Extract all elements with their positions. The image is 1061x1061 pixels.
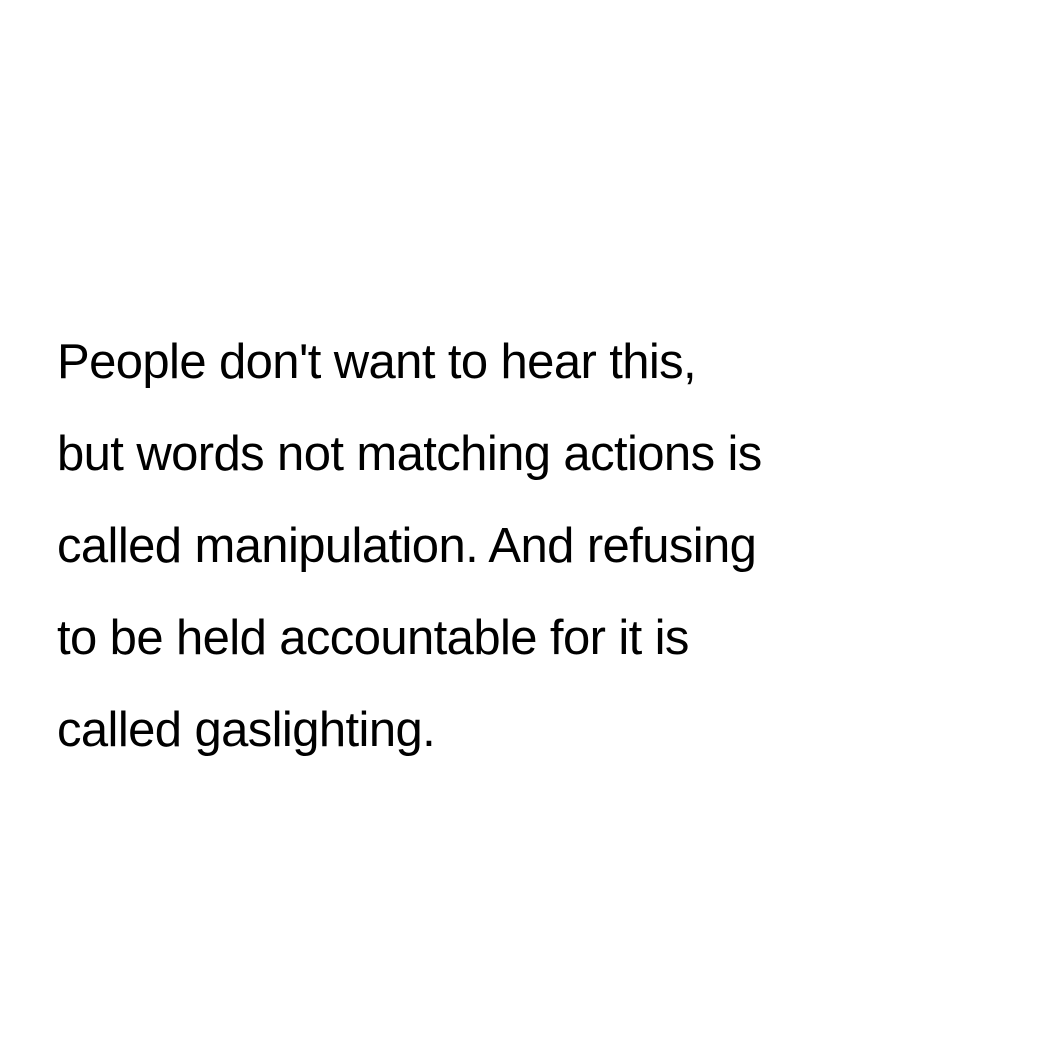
quote-line-5: called gaslighting. — [57, 703, 436, 757]
quote-card: People don't want to hear this, but word… — [0, 0, 1061, 1061]
quote-line-3: called manipulation. And refusing — [57, 519, 757, 573]
quote-line-2: but words not matching actions is — [57, 427, 762, 481]
quote-line-1: People don't want to hear this, — [57, 335, 697, 389]
quote-text: People don't want to hear this, but word… — [57, 316, 1037, 776]
quote-line-4: to be held accountable for it is — [57, 611, 689, 665]
